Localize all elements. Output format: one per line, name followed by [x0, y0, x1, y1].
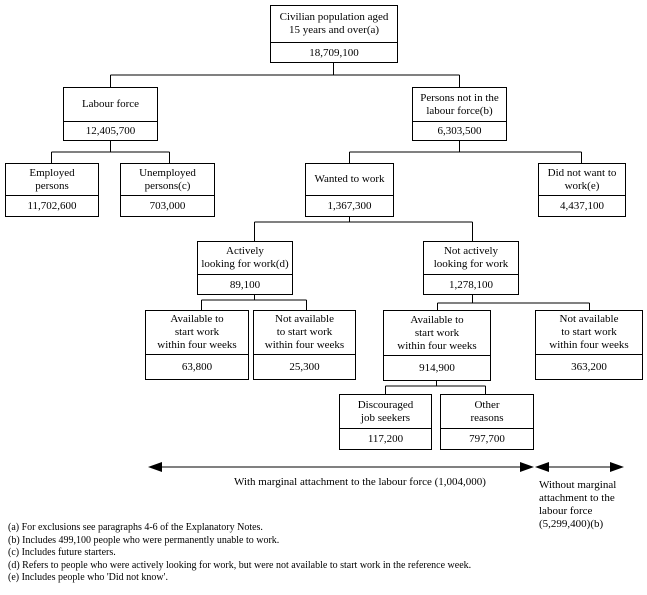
connector-wanted	[254, 216, 473, 241]
node-label: Not actively looking for work	[433, 245, 509, 270]
node-value: 4,437,100	[539, 195, 625, 216]
footnote-a: (a) For exclusions see paragraphs 4-6 of…	[8, 522, 263, 533]
node-notactive-available: Available to start work within four week…	[383, 310, 491, 381]
node-label: Civilian population aged 15 years and ov…	[279, 11, 389, 36]
node-unemployed: Unemployed persons(c) 703,000	[120, 163, 215, 217]
node-active-available: Available to start work within four week…	[145, 310, 249, 380]
node-label: Labour force	[81, 98, 140, 110]
node-employed: Employed persons 11,702,600	[5, 163, 99, 217]
node-label: Persons not in the labour force(b)	[420, 91, 499, 117]
node-label: Employed persons	[29, 166, 75, 192]
connector-actively	[201, 294, 307, 310]
node-value: 363,200	[536, 354, 642, 379]
node-label: Available to start work within four week…	[397, 313, 477, 352]
node-value: 63,800	[146, 354, 248, 379]
node-not-in-labour-force: Persons not in the labour force(b) 6,303…	[412, 87, 507, 141]
node-wanted-to-work: Wanted to work 1,367,300	[305, 163, 394, 217]
connector-not-in-lf	[349, 140, 582, 163]
node-value: 18,709,100	[271, 42, 397, 62]
node-label: Not available to start work within four …	[264, 313, 345, 351]
node-label: Available to start work within four week…	[157, 313, 237, 351]
node-actively-looking: Actively looking for work(d) 89,100	[197, 241, 293, 295]
node-value: 703,000	[121, 195, 214, 216]
node-notactive-not-available: Not available to start work within four …	[535, 310, 643, 380]
node-label: Unemployed persons(c)	[139, 166, 196, 192]
node-value: 117,200	[340, 428, 431, 449]
node-label: Discouraged job seekers	[357, 398, 414, 424]
node-active-not-available: Not available to start work within four …	[253, 310, 356, 380]
node-value: 797,700	[441, 428, 533, 449]
footnote-b: (b) Includes 499,100 people who were per…	[8, 534, 280, 546]
connector-not-actively	[437, 294, 590, 310]
node-label: Wanted to work	[314, 173, 385, 185]
connector-root	[110, 62, 460, 87]
node-label: Did not want to work(e)	[547, 166, 617, 192]
node-value: 1,367,300	[306, 195, 393, 216]
node-label: Not available to start work within four …	[549, 313, 629, 351]
node-label: Actively looking for work(d)	[201, 245, 289, 270]
node-value: 25,300	[254, 354, 355, 379]
footnotes: (a) For exclusions see paragraphs 4-6 of…	[8, 522, 471, 585]
node-labour-force: Labour force 12,405,700	[63, 87, 158, 141]
node-value: 1,278,100	[424, 274, 518, 294]
node-value: 914,900	[384, 355, 490, 380]
node-other-reasons: Other reasons 797,700	[440, 394, 534, 450]
node-value: 89,100	[198, 274, 292, 294]
without-marginal-attachment-label: Without marginal attachment to the labou…	[539, 479, 617, 530]
node-value: 11,702,600	[6, 195, 98, 216]
with-marginal-attachment-label: With marginal attachment to the labour f…	[234, 476, 486, 488]
node-value: 6,303,500	[413, 121, 506, 140]
arrowhead-right	[520, 462, 534, 472]
connector-labour-force	[51, 140, 170, 163]
arrowhead-right-2	[610, 462, 624, 472]
node-value: 12,405,700	[64, 121, 157, 140]
node-label: Other reasons	[470, 398, 504, 424]
footnote-d: (d) Refers to people who were actively l…	[8, 559, 472, 571]
arrowhead-left	[148, 462, 162, 472]
node-root: Civilian population aged 15 years and ov…	[270, 5, 398, 63]
footnote-e: (e) Includes people who 'Did not know'.	[8, 572, 168, 583]
connector-available	[385, 380, 486, 394]
node-did-not-want: Did not want to work(e) 4,437,100	[538, 163, 626, 217]
footnote-c: (c) Includes future starters.	[8, 547, 116, 558]
node-discouraged: Discouraged job seekers 117,200	[339, 394, 432, 450]
arrowhead-left-2	[535, 462, 549, 472]
node-not-actively-looking: Not actively looking for work 1,278,100	[423, 241, 519, 295]
